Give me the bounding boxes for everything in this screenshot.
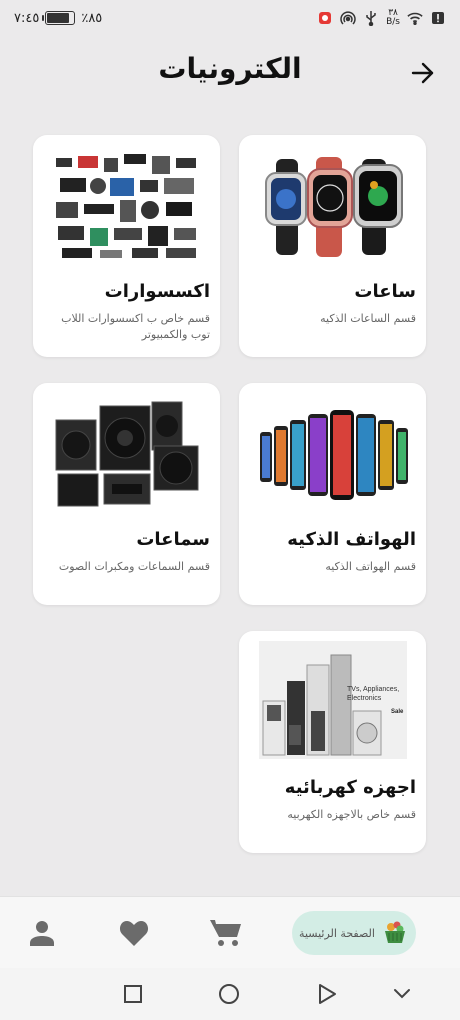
appliances-image: TVs, Appliances, Electronics Sale xyxy=(259,641,407,759)
card-description: قسم خاص بالاجهزه الكهربيه xyxy=(287,808,416,821)
category-card-speakers[interactable]: سماعات قسم السماعات ومكبرات الصوت xyxy=(33,383,220,605)
nav-favorites-button[interactable] xyxy=(116,911,152,955)
back-system-button[interactable] xyxy=(314,981,340,1007)
battery-icon xyxy=(42,11,76,25)
category-card-appliances[interactable]: TVs, Appliances, Electronics Sale اجهزه … xyxy=(239,631,426,853)
category-card-accessories[interactable]: اكسسوارات قسم خاص ب اكسسوارات اللاب توب … xyxy=(33,135,220,357)
nav-home-label: الصفحة الرئيسية xyxy=(299,926,375,940)
card-description: قسم السماعات ومكبرات الصوت xyxy=(58,560,210,573)
usb-icon xyxy=(363,10,379,26)
system-nav-bar xyxy=(0,968,460,1020)
category-card-watches[interactable]: ساعات قسم الساعات الذكيه xyxy=(239,135,426,357)
arrow-right-icon xyxy=(411,62,434,84)
appliances-banner-text: TVs, Appliances, Electronics xyxy=(347,686,400,702)
status-bar-right: ٣٨ B/s xyxy=(317,9,446,27)
battery-percent: ٪٨٥ xyxy=(81,10,103,26)
triangle-icon xyxy=(319,984,336,1004)
card-title: اجهزه كهربائيه xyxy=(284,777,416,798)
recents-button[interactable] xyxy=(120,981,146,1007)
smartphones-image xyxy=(253,391,412,519)
status-time: ٧:٤٥ xyxy=(14,10,40,26)
accessories-image xyxy=(47,143,206,271)
status-bar-left: ٧:٤٥ ٪٨٥ xyxy=(14,11,102,26)
heart-icon xyxy=(119,921,149,946)
circle-icon xyxy=(219,984,239,1004)
alert-icon xyxy=(430,10,446,26)
wifi-icon xyxy=(407,10,423,26)
battery-fill xyxy=(47,13,70,23)
card-title: ساعات xyxy=(354,281,416,302)
home-system-button[interactable] xyxy=(216,981,242,1007)
card-title: اكسسوارات xyxy=(104,281,210,302)
app-notification-icon xyxy=(317,10,333,26)
nav-profile-button[interactable] xyxy=(26,911,58,955)
square-icon xyxy=(124,985,142,1003)
header: الكترونيات xyxy=(0,44,460,104)
card-title: سماعات xyxy=(136,529,210,550)
card-title: الهواتف الذكيه xyxy=(287,529,416,550)
nav-home-button[interactable]: الصفحة الرئيسية xyxy=(292,911,416,955)
back-button[interactable] xyxy=(408,58,438,88)
page-title: الكترونيات xyxy=(158,52,302,85)
cart-icon xyxy=(210,920,241,946)
status-bar: ٧:٤٥ ٪٨٥ ٣٨ B/s xyxy=(0,0,460,36)
hotspot-icon xyxy=(340,10,356,26)
grocery-basket-icon xyxy=(384,921,405,943)
net-speed: ٣٨ B/s xyxy=(386,9,400,27)
person-icon xyxy=(30,921,54,946)
bottom-nav: الصفحة الرئيسية xyxy=(0,896,460,968)
card-description: قسم الساعات الذكيه xyxy=(320,312,416,325)
card-description: قسم خاص ب اكسسوارات اللاب توب والكمبيوتر xyxy=(61,312,210,341)
collapse-nav-button[interactable] xyxy=(389,981,415,1007)
net-speed-unit: B/s xyxy=(386,17,400,27)
speakers-image xyxy=(47,391,206,519)
card-description: قسم الهواتف الذكيه xyxy=(325,560,416,573)
watches-image xyxy=(253,143,412,271)
category-card-smartphones[interactable]: الهواتف الذكيه قسم الهواتف الذكيه xyxy=(239,383,426,605)
chevron-down-icon xyxy=(394,989,410,999)
nav-cart-button[interactable] xyxy=(208,911,244,955)
appliances-banner-sale: Sale xyxy=(391,709,404,715)
